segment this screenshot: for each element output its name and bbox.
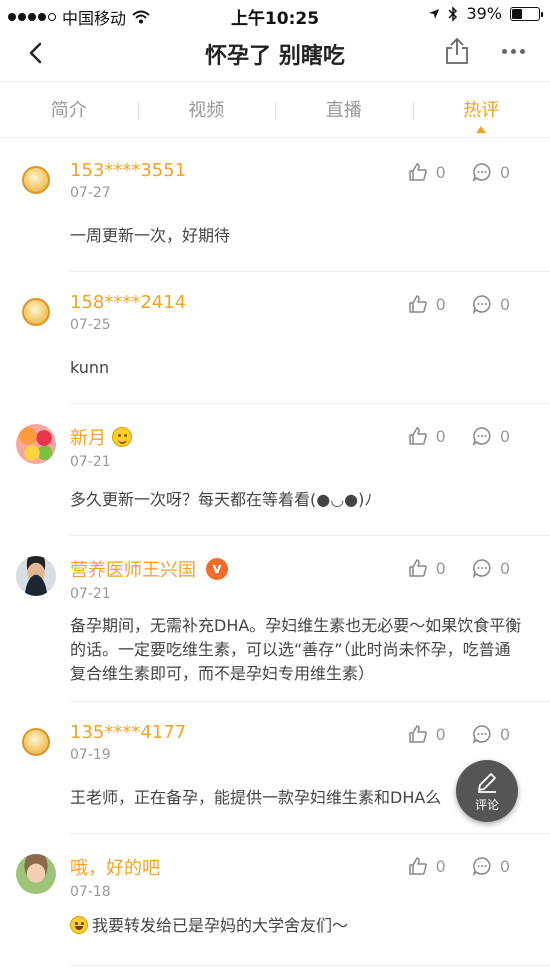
comment-username[interactable]: 营养医师王兴国 bbox=[70, 556, 196, 582]
reply-button[interactable]: 0 bbox=[472, 294, 510, 314]
comment-actions: 0 0 bbox=[408, 294, 510, 314]
reply-count: 0 bbox=[499, 856, 510, 876]
bluetooth-icon bbox=[448, 5, 458, 22]
comment-bubble-icon bbox=[472, 725, 491, 744]
comment-actions: 0 0 bbox=[408, 558, 510, 578]
comment-username[interactable]: 135****4177 bbox=[70, 722, 186, 743]
like-count: 0 bbox=[435, 724, 446, 744]
default-avatar bbox=[22, 728, 50, 756]
thumbs-up-icon bbox=[408, 857, 427, 875]
battery-percent: 39% bbox=[466, 4, 502, 23]
comment-text: 一周更新一次，好期待 bbox=[70, 226, 231, 245]
comment-item: 158****2414 07-25 0 0 kunn bbox=[0, 272, 550, 404]
reply-count: 0 bbox=[499, 724, 510, 744]
battery-icon bbox=[510, 6, 543, 21]
divider bbox=[70, 965, 550, 966]
comment-text: 我要转发给已是孕妈的大学舍友们～ bbox=[92, 916, 349, 935]
more-dots-icon bbox=[501, 48, 507, 54]
doctor-avatar bbox=[16, 556, 56, 596]
reply-button[interactable]: 0 bbox=[472, 724, 510, 744]
verified-badge: v bbox=[206, 558, 228, 580]
like-button[interactable]: 0 bbox=[408, 724, 446, 744]
more-button[interactable] bbox=[498, 36, 528, 66]
comment-actions: 0 0 bbox=[408, 162, 510, 182]
reply-button[interactable]: 0 bbox=[472, 162, 510, 182]
kid-avatar bbox=[16, 854, 56, 894]
thumbs-up-icon bbox=[408, 725, 427, 743]
thumbs-up-icon bbox=[408, 163, 427, 181]
comment-text: kunn bbox=[70, 358, 110, 377]
comment-username[interactable]: 158****2414 bbox=[70, 292, 186, 313]
nav-bar: 怀孕了 别瞎吃 bbox=[0, 30, 550, 82]
tab-video[interactable]: 视频 bbox=[137, 86, 276, 137]
location-icon bbox=[429, 8, 440, 19]
comment-bubble-icon bbox=[472, 295, 491, 314]
share-button[interactable] bbox=[442, 36, 472, 66]
reply-button[interactable]: 0 bbox=[472, 426, 510, 446]
comment-actions: 0 0 bbox=[408, 856, 510, 876]
grin-emoji-icon bbox=[70, 916, 88, 934]
fruit-avatar bbox=[16, 424, 56, 464]
comment-text: 王老师，正在备孕，能提供一款孕妇维生素和DHA么 bbox=[70, 788, 442, 807]
comment-text-row: 我要转发给已是孕妈的大学舍友们～ bbox=[70, 914, 520, 938]
comment-item: 营养医师王兴国 v 07-21 0 0 备孕期间，无需补充DHA。孕妇维生素也无… bbox=[0, 536, 550, 702]
comment-date: 07-21 bbox=[70, 454, 111, 470]
like-button[interactable]: 0 bbox=[408, 294, 446, 314]
like-button[interactable]: 0 bbox=[408, 162, 446, 182]
tab-live[interactable]: 直播 bbox=[275, 86, 413, 137]
comment-text: 多久更新一次呀？每天都在等着看(●◡●)ﾉ bbox=[70, 490, 373, 509]
status-bar: 中国移动 上午10:25 39% bbox=[0, 0, 550, 30]
comment-actions: 0 0 bbox=[408, 426, 510, 446]
comment-list: 153****3551 07-27 0 0 一周更新一次，好期待 158****… bbox=[0, 140, 550, 966]
write-comment-label: 评论 bbox=[474, 797, 499, 812]
reply-count: 0 bbox=[499, 426, 510, 446]
like-count: 0 bbox=[435, 426, 446, 446]
comment-bubble-icon bbox=[472, 427, 491, 446]
like-count: 0 bbox=[435, 558, 446, 578]
reply-count: 0 bbox=[499, 162, 510, 182]
comment-item: 哦，好的吧 07-18 0 0 我要转发给已是孕妈的大学舍友们～ bbox=[0, 834, 550, 966]
reply-count: 0 bbox=[499, 558, 510, 578]
like-count: 0 bbox=[435, 162, 446, 182]
tab-hot-comments[interactable]: 热评 bbox=[412, 86, 550, 137]
comment-username[interactable]: 153****3551 bbox=[70, 160, 186, 181]
comment-actions: 0 0 bbox=[408, 724, 510, 744]
reply-button[interactable]: 0 bbox=[472, 856, 510, 876]
tab-bar: 简介 视频 直播 热评 bbox=[0, 86, 550, 138]
reply-button[interactable]: 0 bbox=[472, 558, 510, 578]
like-button[interactable]: 0 bbox=[408, 856, 446, 876]
pencil-icon bbox=[478, 772, 496, 793]
default-avatar bbox=[22, 166, 50, 194]
share-icon bbox=[446, 37, 468, 64]
comment-item: 153****3551 07-27 0 0 一周更新一次，好期待 bbox=[0, 140, 550, 272]
like-count: 0 bbox=[435, 856, 446, 876]
comment-username[interactable]: 新月 bbox=[70, 424, 106, 450]
comment-username[interactable]: 哦，好的吧 bbox=[70, 854, 160, 880]
status-right: 39% bbox=[428, 4, 543, 23]
tab-intro[interactable]: 简介 bbox=[0, 86, 138, 137]
default-avatar bbox=[22, 298, 50, 326]
like-button[interactable]: 0 bbox=[408, 426, 446, 446]
comment-bubble-icon bbox=[472, 163, 491, 182]
like-button[interactable]: 0 bbox=[408, 558, 446, 578]
comment-date: 07-27 bbox=[70, 185, 111, 201]
reply-count: 0 bbox=[499, 294, 510, 314]
thumbs-up-icon bbox=[408, 295, 427, 313]
write-comment-button[interactable]: 评论 bbox=[456, 760, 518, 822]
thumbs-up-icon bbox=[408, 559, 427, 577]
comment-date: 07-19 bbox=[70, 747, 111, 763]
comment-date: 07-25 bbox=[70, 317, 111, 333]
comment-item: 新月 07-21 0 0 多久更新一次呀？每天都在等着看(●◡●)ﾉ bbox=[0, 404, 550, 536]
thumbs-up-icon bbox=[408, 427, 427, 445]
comment-text: 备孕期间，无需补充DHA。孕妇维生素也无必要～如果饮食平衡的话。一定要吃维生素，… bbox=[70, 616, 522, 683]
comment-bubble-icon bbox=[472, 559, 491, 578]
comment-date: 07-18 bbox=[70, 884, 111, 900]
comment-date: 07-21 bbox=[70, 586, 111, 602]
smiley-emoji-icon bbox=[112, 427, 132, 447]
like-count: 0 bbox=[435, 294, 446, 314]
comment-bubble-icon bbox=[472, 857, 491, 876]
